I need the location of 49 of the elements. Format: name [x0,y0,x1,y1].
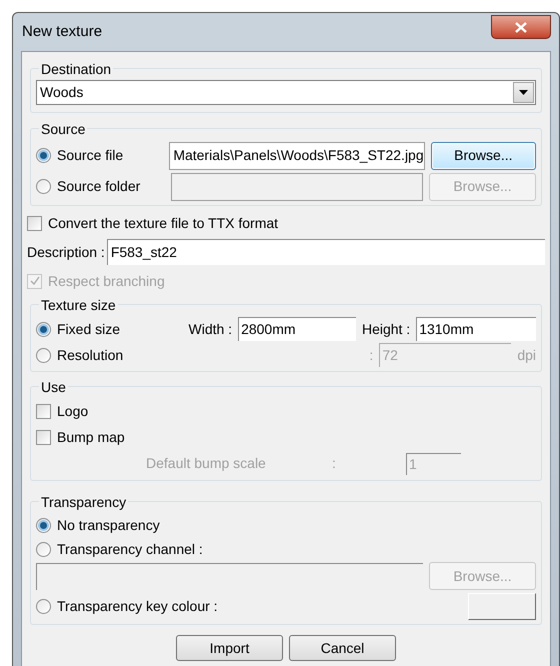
unit-label: dpi [517,346,536,365]
path-field[interactable] [171,172,423,200]
field-label: Description : [27,242,106,262]
colour-swatch-button[interactable] [468,592,536,620]
field-label: Height : [362,320,410,339]
field-value: 2800mm [241,320,296,339]
checkbox-label: Respect branching [48,272,165,291]
separator-label: : [369,346,374,364]
dropdown-value: Woods [39,83,84,102]
radio-button[interactable] [36,148,51,163]
close-button[interactable] [491,15,551,39]
checkmark-icon [30,276,40,286]
radio-button[interactable] [36,518,51,532]
dialog-button[interactable]: Import [176,635,283,661]
field-value: 1 [409,454,417,474]
description-field[interactable]: F583_st22 [106,239,545,265]
dialog-button[interactable]: Cancel [289,635,396,661]
radio-label: Source folder [57,177,142,196]
radio-button[interactable] [36,348,51,362]
height-field[interactable]: 1310mm [416,317,536,341]
radio-button[interactable] [36,322,51,336]
radio-button[interactable] [36,598,51,614]
close-icon [515,22,527,32]
window-title: New texture [21,22,102,42]
field-value: Materials\Panels\Woods\F583_ST22.jpg [173,146,424,165]
checkbox[interactable] [27,216,42,230]
radio-label: Transparency channel : [57,540,203,559]
checkbox[interactable] [36,404,51,418]
width-field[interactable]: 2800mm [238,317,356,341]
radio-label: Source file [57,146,124,165]
radio-label: Resolution [57,346,124,364]
radio-label: Fixed size [57,320,122,338]
field-value: 1310mm [419,320,474,339]
radio-button[interactable] [36,179,51,194]
radio-label: No transparency [57,516,160,535]
radio-label: Transparency key colour : [57,596,218,616]
field-value: F583_st22 [110,243,177,262]
path-field[interactable]: Materials\Panels\Woods\F583_ST22.jpg [169,142,425,170]
separator-label: : [332,454,337,473]
checkbox-label: Logo [57,402,88,421]
field-value: 72 [382,346,398,365]
browse-button[interactable]: Browse... [430,142,536,170]
checkbox-label: Convert the texture file to TTX format [48,214,278,232]
checkbox-label: Bump map [57,428,125,447]
bump-scale-label: Default bump scale [146,454,267,473]
destination-dropdown[interactable]: Woods [36,80,536,105]
field-label: Width : [188,320,232,338]
checkbox[interactable] [36,430,51,444]
radio-button[interactable] [36,542,51,556]
